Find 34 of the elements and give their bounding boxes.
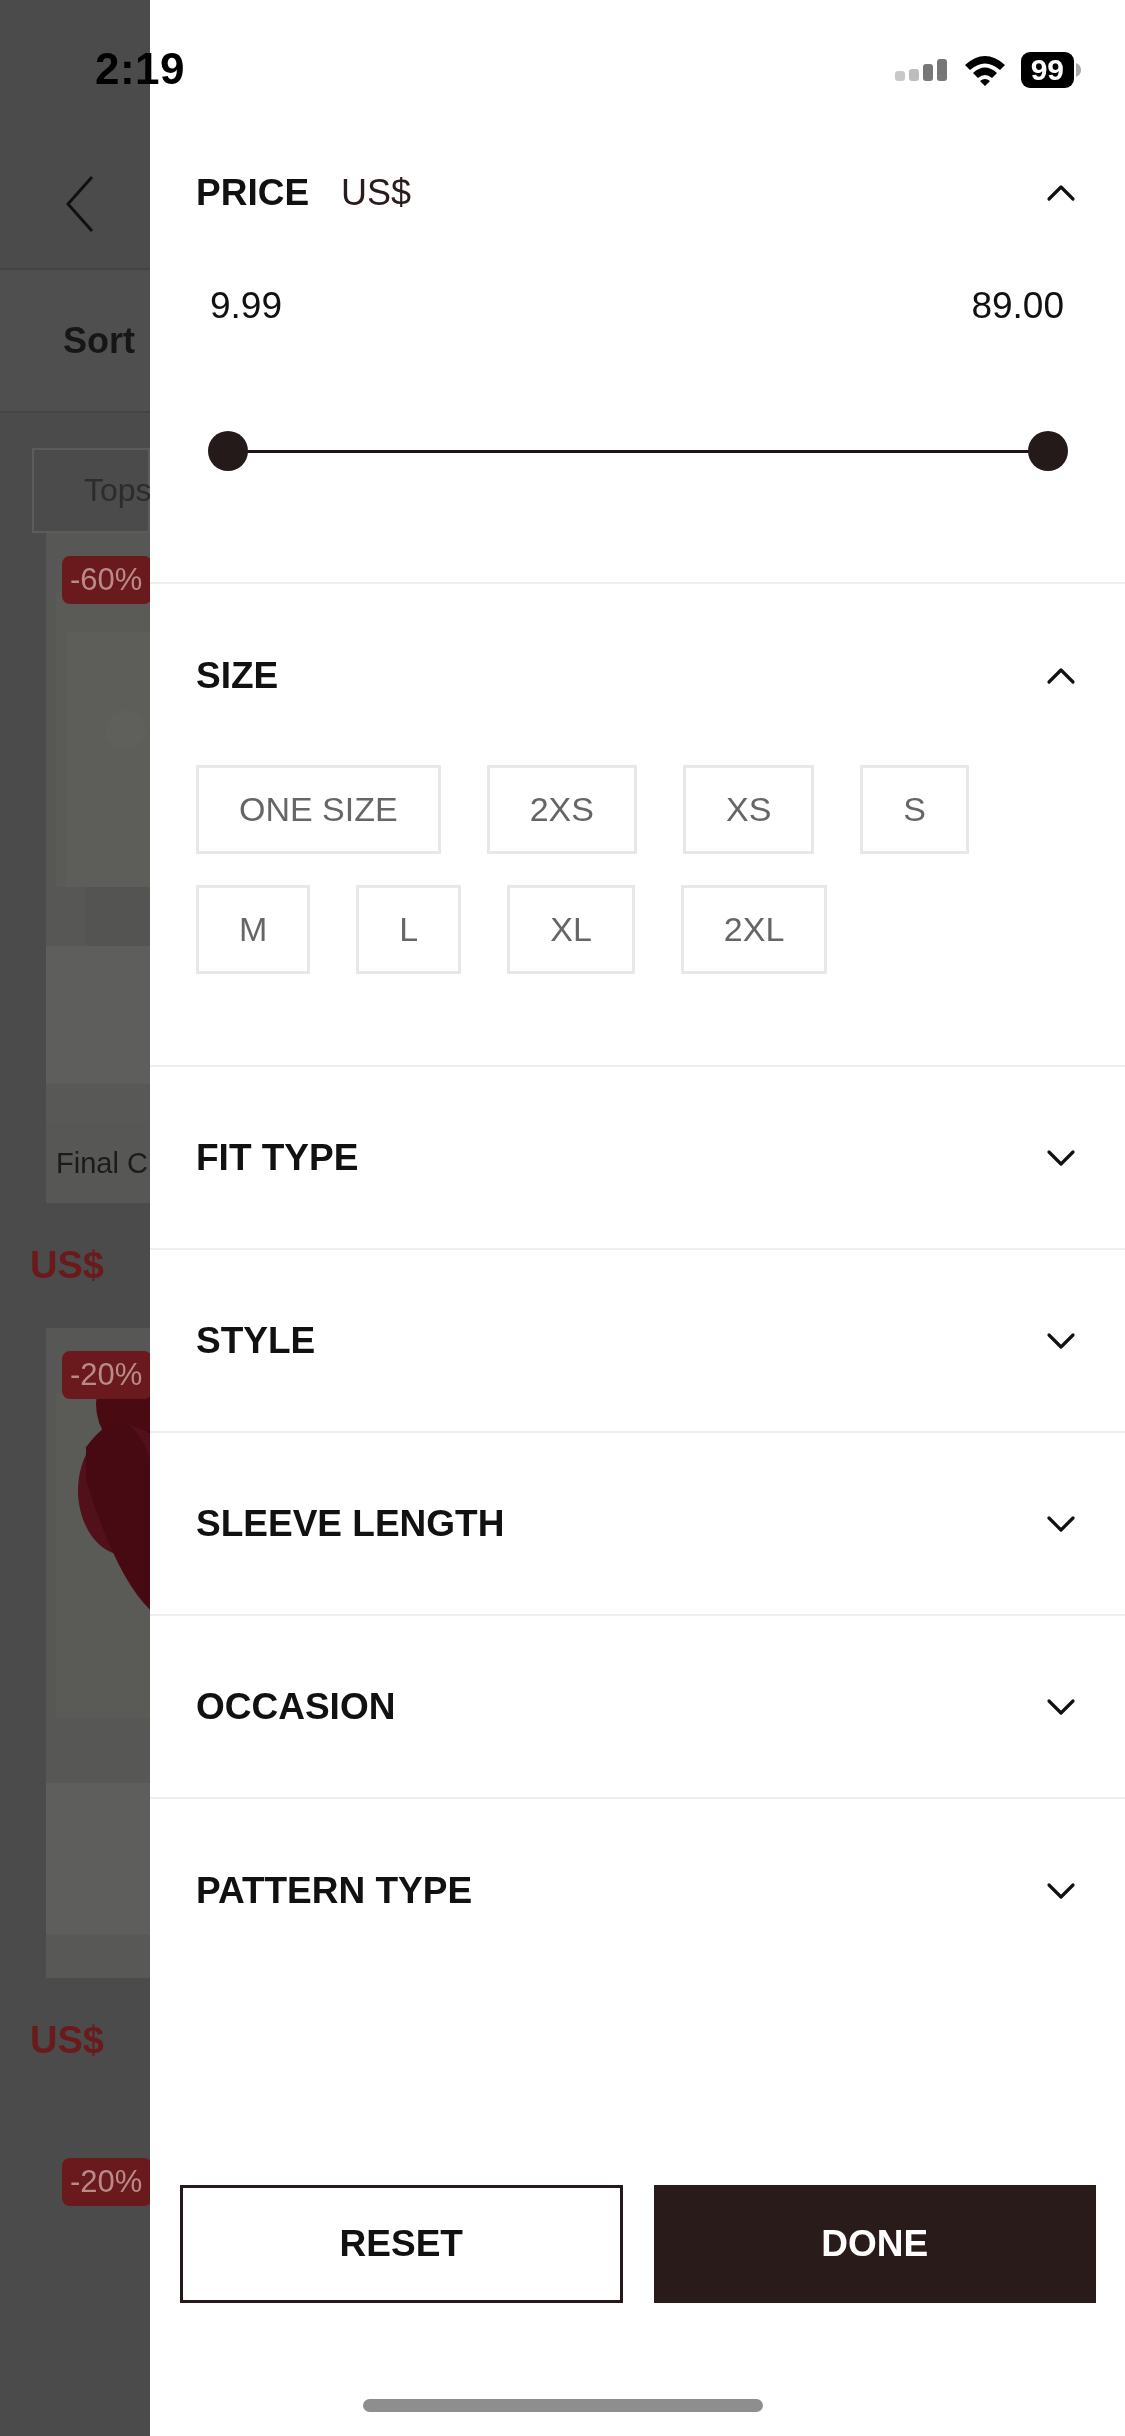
size-option[interactable]: 2XS: [486, 765, 637, 854]
signal-icon: [894, 57, 949, 83]
chevron-up-icon[interactable]: [1046, 183, 1076, 203]
size-option[interactable]: ONE SIZE: [196, 765, 441, 854]
chevron-down-icon[interactable]: [1046, 1147, 1076, 1168]
discount-badge: -60%: [62, 556, 150, 604]
slider-thumb[interactable]: [208, 431, 248, 471]
discount-badge: -20%: [62, 2158, 150, 2206]
size-option[interactable]: XS: [682, 765, 815, 854]
max-price: 89.00: [971, 285, 1064, 327]
size-option[interactable]: L: [356, 885, 462, 974]
size-option[interactable]: S: [860, 765, 969, 854]
done-button[interactable]: DONE: [653, 2185, 1096, 2303]
section-title: PRICE: [196, 172, 310, 214]
currency-label: US$: [341, 172, 412, 214]
size-option[interactable]: 2XL: [680, 885, 828, 974]
min-price: 9.99: [210, 285, 282, 327]
section-title: OCCASION: [196, 1685, 396, 1728]
chevron-down-icon[interactable]: [1046, 1880, 1076, 1901]
section-title: SIZE: [196, 655, 279, 697]
size-option[interactable]: XL: [507, 885, 635, 974]
discount-badge: -20%: [62, 1351, 150, 1399]
reset-button[interactable]: RESET: [180, 2185, 623, 2303]
section-title: FIT TYPE: [196, 1136, 359, 1179]
chevron-down-icon[interactable]: [1046, 1696, 1076, 1717]
chevron-down-icon[interactable]: [1046, 1513, 1076, 1534]
product-title: Final C: [46, 1123, 150, 1203]
chevron-down-icon[interactable]: [1046, 1330, 1076, 1351]
section-title: STYLE: [196, 1319, 316, 1362]
size-option[interactable]: M: [196, 885, 311, 974]
section-title: PATTERN TYPE: [196, 1869, 473, 1912]
chevron-up-icon[interactable]: [1046, 666, 1076, 686]
section-title: SLEEVE LENGTH: [196, 1502, 505, 1545]
slider-thumb[interactable]: [1028, 431, 1068, 471]
